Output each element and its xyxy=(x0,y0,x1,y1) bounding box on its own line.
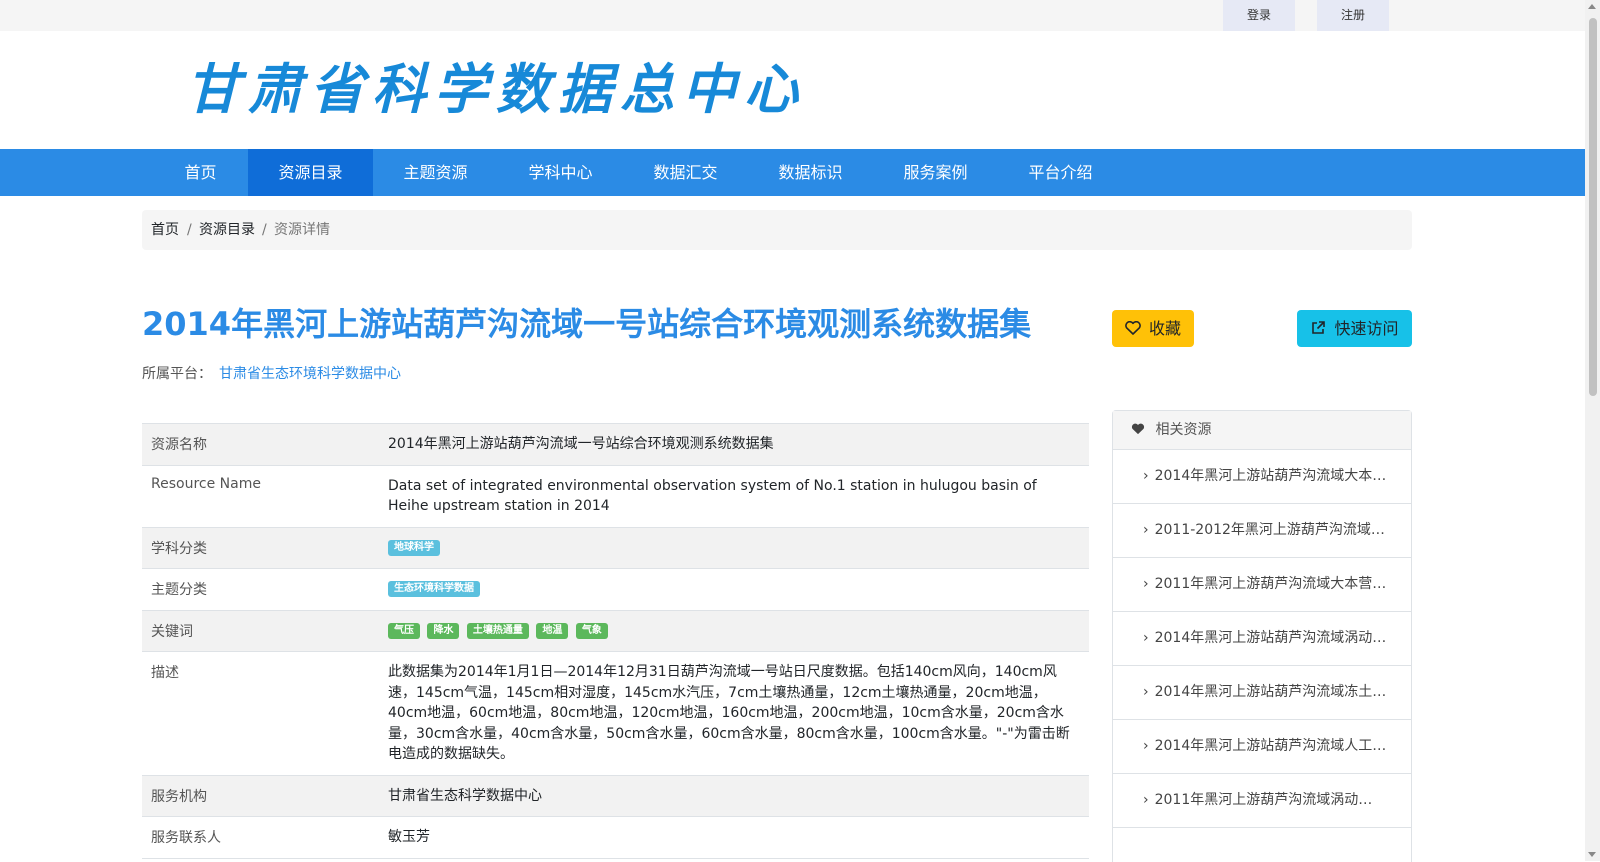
keywords-value: 气压 降水 土壤热通量 地温 气象 xyxy=(388,611,1089,652)
topic-value: 生态环境科学数据 xyxy=(388,569,1089,610)
related-resource-item[interactable]: › 2014年黑河上游站葫芦沟流域大本… xyxy=(1113,450,1411,504)
resource-name-label: 资源名称 xyxy=(151,437,207,453)
related-resources-panel: 相关资源 › 2014年黑河上游站葫芦沟流域大本… › 2011-2012年黑河上游… xyxy=(1112,410,1412,862)
related-resource-item[interactable]: › 2011年黑河上游葫芦沟流域大本营… xyxy=(1113,558,1411,612)
resource-name-en-label: Resource Name xyxy=(151,475,261,492)
chevron-right-icon: › xyxy=(1143,522,1149,538)
resource-name-value: 2014年黑河上游站葫芦沟流域一号站综合环境观测系统数据集 xyxy=(388,436,774,452)
breadcrumb-separator: / xyxy=(187,222,192,238)
resource-name-en-value: Data set of integrated environmental obs… xyxy=(388,477,1037,515)
top-bar: 登录 注册 xyxy=(0,0,1585,31)
chevron-right-icon: › xyxy=(1143,684,1149,700)
contact-label: 服务联系人 xyxy=(151,830,221,846)
login-link[interactable]: 登录 xyxy=(1223,0,1295,31)
related-resource-item[interactable]: › 2014年黑河上游站葫芦沟流域人工… xyxy=(1113,720,1411,774)
topic-tag[interactable]: 生态环境科学数据 xyxy=(388,581,480,597)
chevron-right-icon: › xyxy=(1143,468,1149,484)
resource-details-table: 资源名称 2014年黑河上游站葫芦沟流域一号站综合环境观测系统数据集 Resou… xyxy=(142,423,1089,859)
nav-item-cases[interactable]: 服务案例 xyxy=(873,149,998,196)
related-resource-label: 2011-2012年黑河上游葫芦沟流域… xyxy=(1154,522,1385,538)
keyword-tag[interactable]: 降水 xyxy=(427,622,460,639)
related-resource-label: 2014年黑河上游站葫芦沟流域涡动… xyxy=(1154,630,1387,646)
quick-visit-button[interactable]: 快速访问 xyxy=(1297,310,1412,347)
page-scrollbar[interactable] xyxy=(1585,0,1600,861)
related-resource-label: 2011年黑河上游葫芦沟流域涡动… xyxy=(1154,792,1373,808)
nav-item-identifiers[interactable]: 数据标识 xyxy=(748,149,873,196)
related-resource-label: 2014年黑河上游站葫芦沟流域人工… xyxy=(1154,738,1387,754)
topic-label: 主题分类 xyxy=(151,582,207,598)
related-resource-item[interactable]: › 2011年黑河上游葫芦沟流域涡动… xyxy=(1113,774,1411,828)
related-resources-title: 相关资源 xyxy=(1155,422,1212,438)
nav-item-about[interactable]: 平台介绍 xyxy=(998,149,1123,196)
keyword-tag[interactable]: 土壤热通量 xyxy=(466,622,529,639)
chevron-right-icon: › xyxy=(1143,576,1149,592)
related-resource-item[interactable]: › 2014年黑河上游站葫芦沟流域涡动… xyxy=(1113,612,1411,666)
keyword-tag[interactable]: 气象 xyxy=(575,622,608,639)
scroll-up-arrow-icon[interactable] xyxy=(1588,4,1596,9)
chevron-right-icon: › xyxy=(1143,738,1149,754)
related-resource-label: 2014年黑河上游站葫芦沟流域大本… xyxy=(1154,468,1387,484)
scrollbar-thumb[interactable] xyxy=(1589,18,1597,396)
quick-visit-label: 快速访问 xyxy=(1334,319,1399,338)
related-resource-item[interactable]: › 2014年黑河上游站葫芦沟流域冻土… xyxy=(1113,666,1411,720)
breadcrumb: 首页 / 资源目录 / 资源详情 xyxy=(142,210,1412,250)
platform-info: 所属平台： 甘肃省生态环境科学数据中心 xyxy=(142,363,401,385)
keyword-tag[interactable]: 地温 xyxy=(536,622,569,639)
breadcrumb-catalog[interactable]: 资源目录 xyxy=(199,210,255,250)
table-row: Resource Name Data set of integrated env… xyxy=(142,466,1089,528)
breadcrumb-current: 资源详情 xyxy=(274,222,330,238)
heart-icon xyxy=(1125,310,1141,347)
table-row: 服务联系人 敏玉芳 xyxy=(142,817,1089,859)
keywords-label: 关键词 xyxy=(151,623,193,640)
favorite-button[interactable]: 收藏 xyxy=(1112,310,1194,347)
table-row: 描述 此数据集为2014年1月1日—2014年12月31日葫芦沟流域一号站日尺度… xyxy=(142,652,1089,776)
chevron-right-icon: › xyxy=(1143,792,1149,808)
nav-item-submission[interactable]: 数据汇交 xyxy=(623,149,748,196)
nav-item-catalog[interactable]: 资源目录 xyxy=(248,149,373,196)
related-resources-header: 相关资源 xyxy=(1113,411,1411,450)
nav-item-topics[interactable]: 主题资源 xyxy=(373,149,498,196)
heart-icon xyxy=(1131,422,1149,438)
favorite-label: 收藏 xyxy=(1148,319,1181,338)
related-resource-label: 2011年黑河上游葫芦沟流域大本营… xyxy=(1154,576,1387,592)
org-label: 服务机构 xyxy=(151,788,207,805)
table-row: 资源名称 2014年黑河上游站葫芦沟流域一号站综合环境观测系统数据集 xyxy=(142,423,1089,466)
table-row: 服务机构 甘肃省生态科学数据中心 xyxy=(142,775,1089,817)
main-nav: 首页 资源目录 主题资源 学科中心 数据汇交 数据标识 服务案例 平台介绍 xyxy=(0,149,1585,196)
description-value: 此数据集为2014年1月1日—2014年12月31日葫芦沟流域一号站日尺度数据。… xyxy=(388,664,1070,762)
site-logo[interactable]: 甘肃省科学数据总中心 xyxy=(186,58,806,122)
contact-value: 敏玉芳 xyxy=(388,829,430,845)
keyword-tag[interactable]: 气压 xyxy=(388,622,420,639)
breadcrumb-home[interactable]: 首页 xyxy=(151,210,179,250)
chevron-right-icon: › xyxy=(1143,630,1149,646)
breadcrumb-separator: / xyxy=(262,222,267,238)
description-label: 描述 xyxy=(151,665,179,681)
nav-item-disciplines[interactable]: 学科中心 xyxy=(498,149,623,196)
platform-link[interactable]: 甘肃省生态环境科学数据中心 xyxy=(219,363,401,385)
platform-label: 所属平台： xyxy=(142,366,212,382)
table-row: 关键词 气压 降水 土壤热通量 地温 气象 xyxy=(142,610,1089,652)
page-title: 2014年黑河上游站葫芦沟流域一号站综合环境观测系统数据集 xyxy=(142,305,1032,343)
nav-item-home[interactable]: 首页 xyxy=(153,149,248,196)
scroll-down-arrow-icon[interactable] xyxy=(1588,852,1596,857)
related-resource-item[interactable]: › 2011-2012年黑河上游葫芦沟流域… xyxy=(1113,504,1411,558)
subject-tag[interactable]: 地球科学 xyxy=(388,539,440,556)
external-link-icon xyxy=(1310,310,1326,347)
register-link[interactable]: 注册 xyxy=(1317,0,1389,31)
subject-label: 学科分类 xyxy=(151,540,207,557)
table-row: 主题分类 生态环境科学数据 xyxy=(142,569,1089,611)
table-row: 学科分类 地球科学 xyxy=(142,527,1089,569)
org-value: 甘肃省生态科学数据中心 xyxy=(388,787,542,804)
subject-value: 地球科学 xyxy=(388,528,1089,569)
related-resource-label: 2014年黑河上游站葫芦沟流域冻土… xyxy=(1154,684,1387,700)
